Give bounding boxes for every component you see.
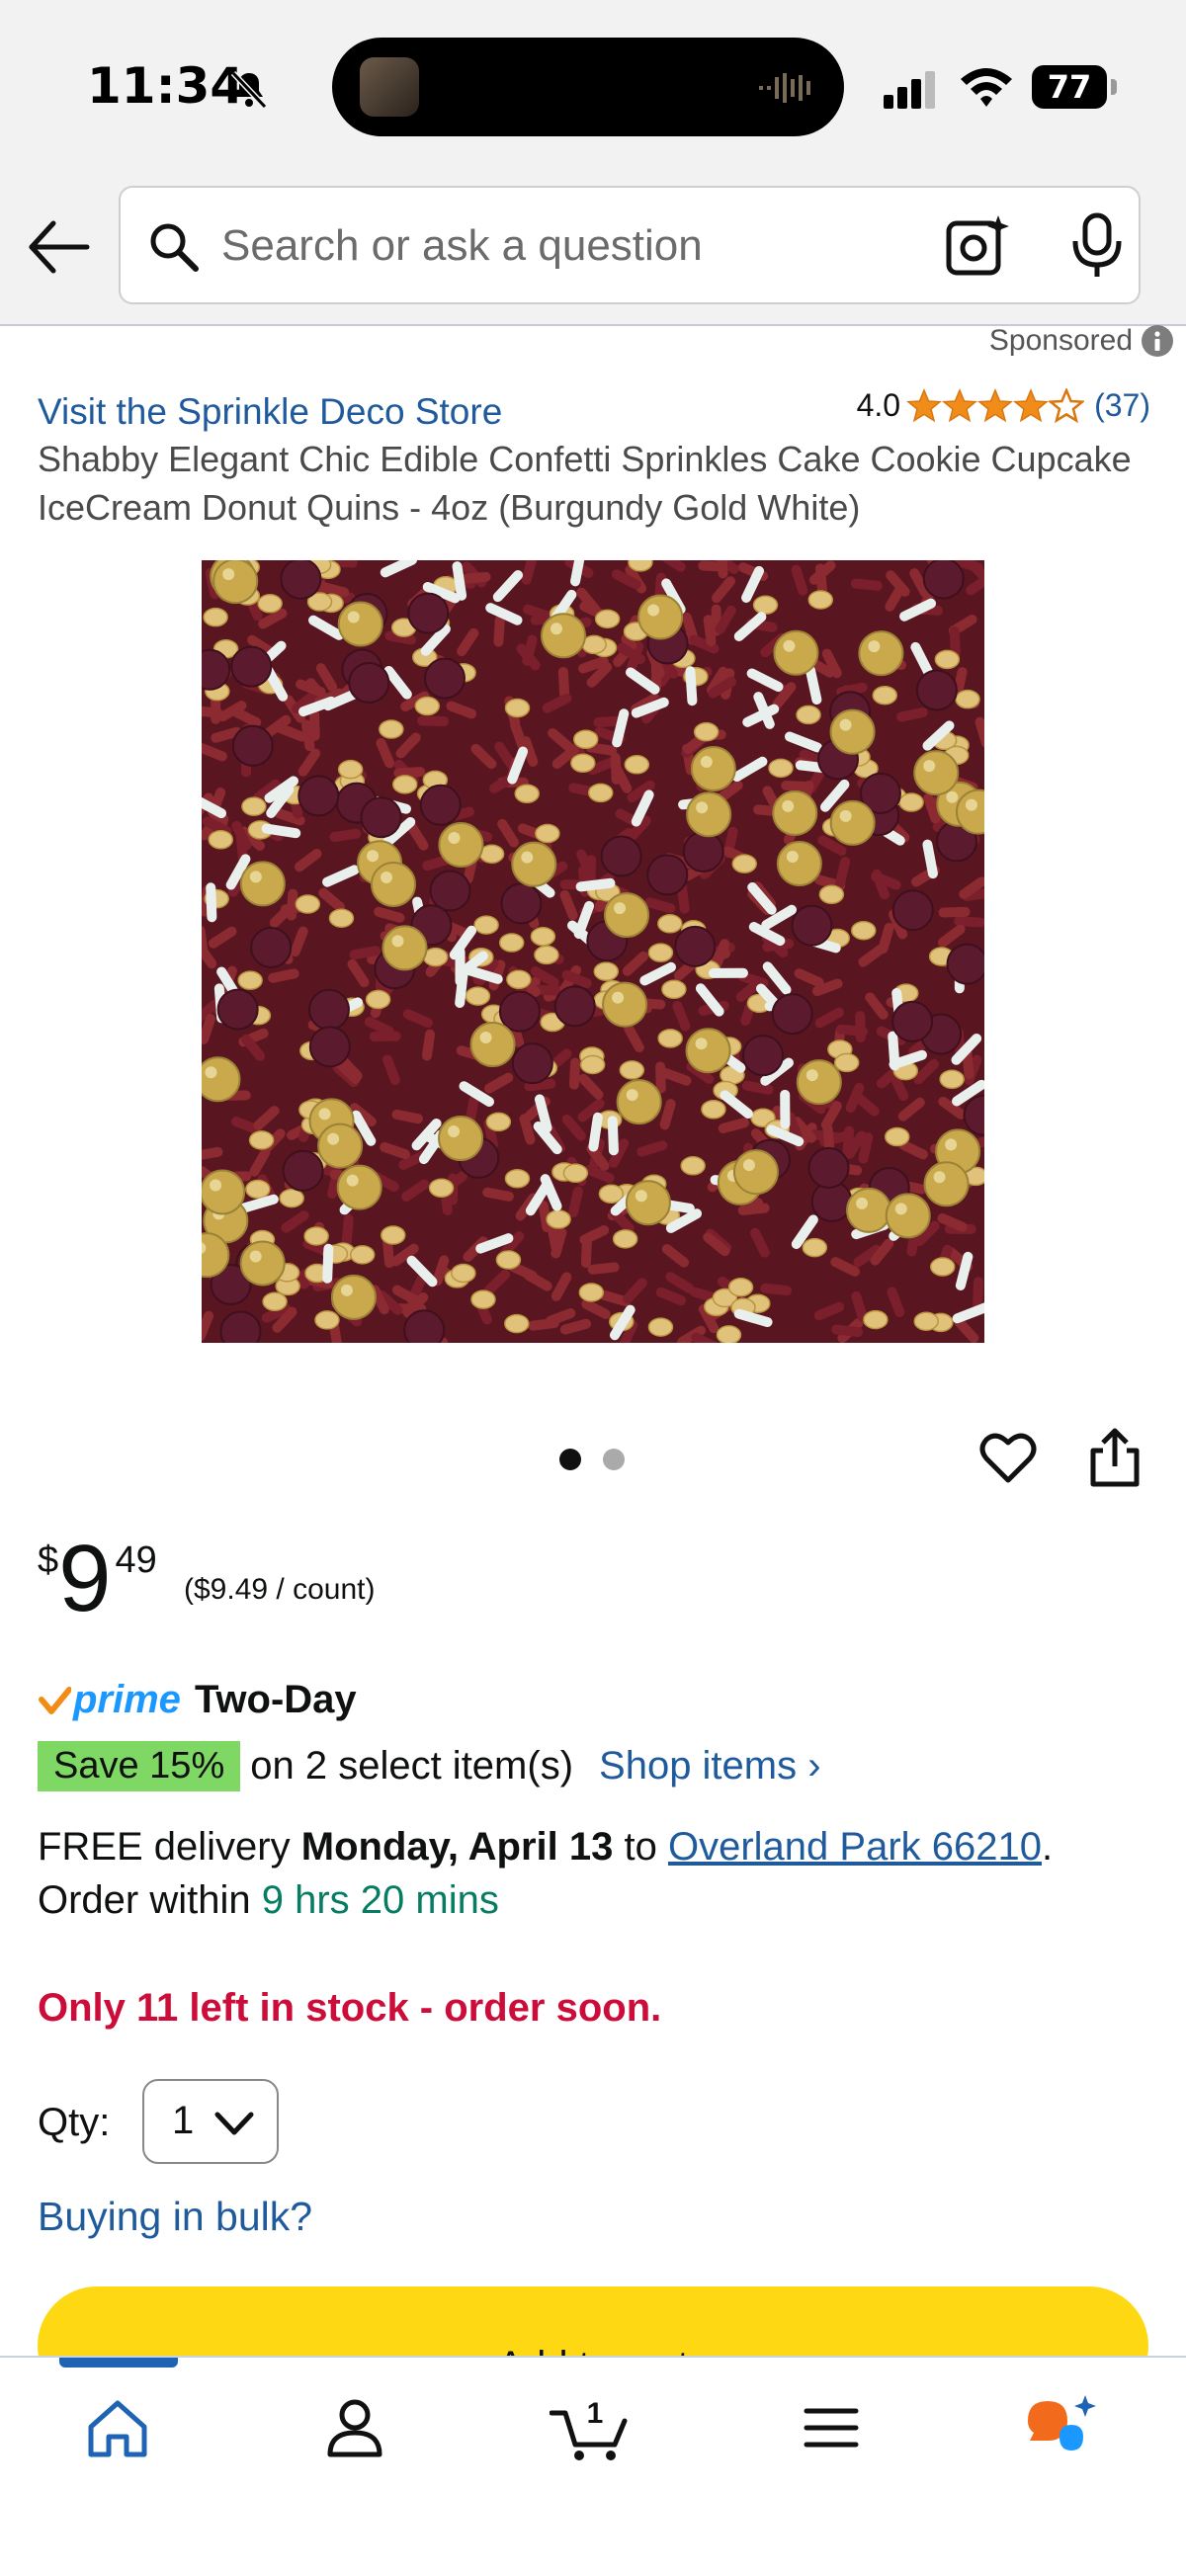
buying-in-bulk-link[interactable]: Buying in bulk? (38, 2194, 312, 2240)
product-image[interactable] (202, 560, 984, 1343)
quantity-dropdown[interactable]: 1 (142, 2079, 279, 2164)
home-icon[interactable] (83, 2393, 152, 2462)
store-link[interactable]: Visit the Sprinkle Deco Store (38, 391, 502, 433)
delivery-to: to (624, 1825, 657, 1869)
back-arrow-icon[interactable] (24, 211, 95, 283)
prime-check-icon (39, 1686, 71, 1714)
star-filled-icon (906, 387, 943, 422)
bell-muted-icon (230, 70, 268, 110)
promotion-text: on 2 select item(s) (250, 1744, 574, 1787)
delivery-prefix: FREE delivery (38, 1825, 291, 1869)
clock: 11:34 (87, 57, 245, 115)
prime-logo-text: prime (73, 1678, 181, 1721)
promotion-row: Save 15% on 2 select item(s) Shop items … (38, 1741, 821, 1791)
rating-summary[interactable]: 4.0 (37) (857, 387, 1150, 424)
cart-icon: 1 (549, 2397, 628, 2460)
unit-price: ($9.49 / count) (184, 1573, 376, 1606)
carousel-dot[interactable] (603, 1449, 625, 1470)
prime-speed: Two-Day (194, 1678, 357, 1721)
audio-wave-icon (759, 73, 810, 103)
dynamic-island[interactable] (332, 38, 844, 136)
active-tab-indicator (59, 2358, 178, 2368)
price-currency: $ (38, 1539, 59, 1581)
star-empty-icon (1049, 387, 1085, 423)
product-title: Shabby Elegant Chic Edible Confetti Spri… (38, 439, 1132, 528)
carousel-dot-active[interactable] (559, 1449, 581, 1470)
price-whole: 9 (58, 1526, 112, 1631)
star-rating (906, 387, 1085, 424)
camera-lens-icon[interactable] (945, 213, 1010, 279)
order-within-label: Order within (38, 1878, 251, 1922)
rating-count[interactable]: (37) (1094, 387, 1150, 424)
search-input[interactable] (221, 215, 913, 277)
search-icon (150, 223, 199, 272)
bottom-navigation: 1 (0, 2356, 1186, 2576)
price-fraction: 49 (115, 1539, 157, 1581)
search-box[interactable] (119, 186, 1141, 304)
chevron-down-icon (214, 2112, 254, 2135)
image-carousel-dots[interactable] (559, 1449, 625, 1470)
heart-icon[interactable] (978, 1429, 1038, 1488)
cellular-signal-icon (884, 71, 935, 109)
info-icon[interactable] (1141, 324, 1174, 358)
delivery-info: FREE delivery Monday, April 13 to Overla… (38, 1825, 1054, 1922)
microphone-icon[interactable] (1069, 211, 1125, 281)
quantity-label: Qty: (38, 2101, 111, 2144)
status-bar: 11:34 77 (0, 0, 1186, 168)
stock-warning: Only 11 left in stock - order soon. (38, 1986, 662, 2030)
delivery-date: Monday, April 13 (300, 1825, 614, 1869)
save-badge: Save 15% (38, 1741, 241, 1791)
star-filled-icon (942, 387, 978, 422)
share-icon[interactable] (1087, 1427, 1143, 1490)
menu-icon[interactable] (797, 2393, 866, 2462)
sponsored-label: Sponsored (989, 324, 1174, 358)
ai-assistant-icon[interactable] (1024, 2393, 1103, 2462)
search-header (0, 168, 1186, 326)
prime-badge: prime Two-Day (38, 1678, 357, 1722)
account-icon[interactable] (320, 2393, 389, 2462)
price: $ 9 49 (38, 1532, 157, 1626)
quantity-value: 1 (172, 2099, 195, 2142)
wifi-icon (961, 68, 1012, 107)
cart-tab[interactable]: 1 (549, 2393, 633, 2462)
star-filled-icon (977, 387, 1014, 422)
delivery-location-link[interactable]: Overland Park 66210 (668, 1825, 1042, 1869)
battery-indicator: 77 (1032, 65, 1117, 109)
cart-count: 1 (587, 2397, 604, 2430)
order-countdown: 9 hrs 20 mins (261, 1878, 499, 1922)
rating-value: 4.0 (856, 387, 901, 423)
star-filled-icon (1013, 387, 1050, 422)
shop-items-link[interactable]: Shop items › (599, 1744, 821, 1788)
now-playing-artwork (360, 57, 419, 117)
battery-level: 77 (1032, 65, 1107, 109)
